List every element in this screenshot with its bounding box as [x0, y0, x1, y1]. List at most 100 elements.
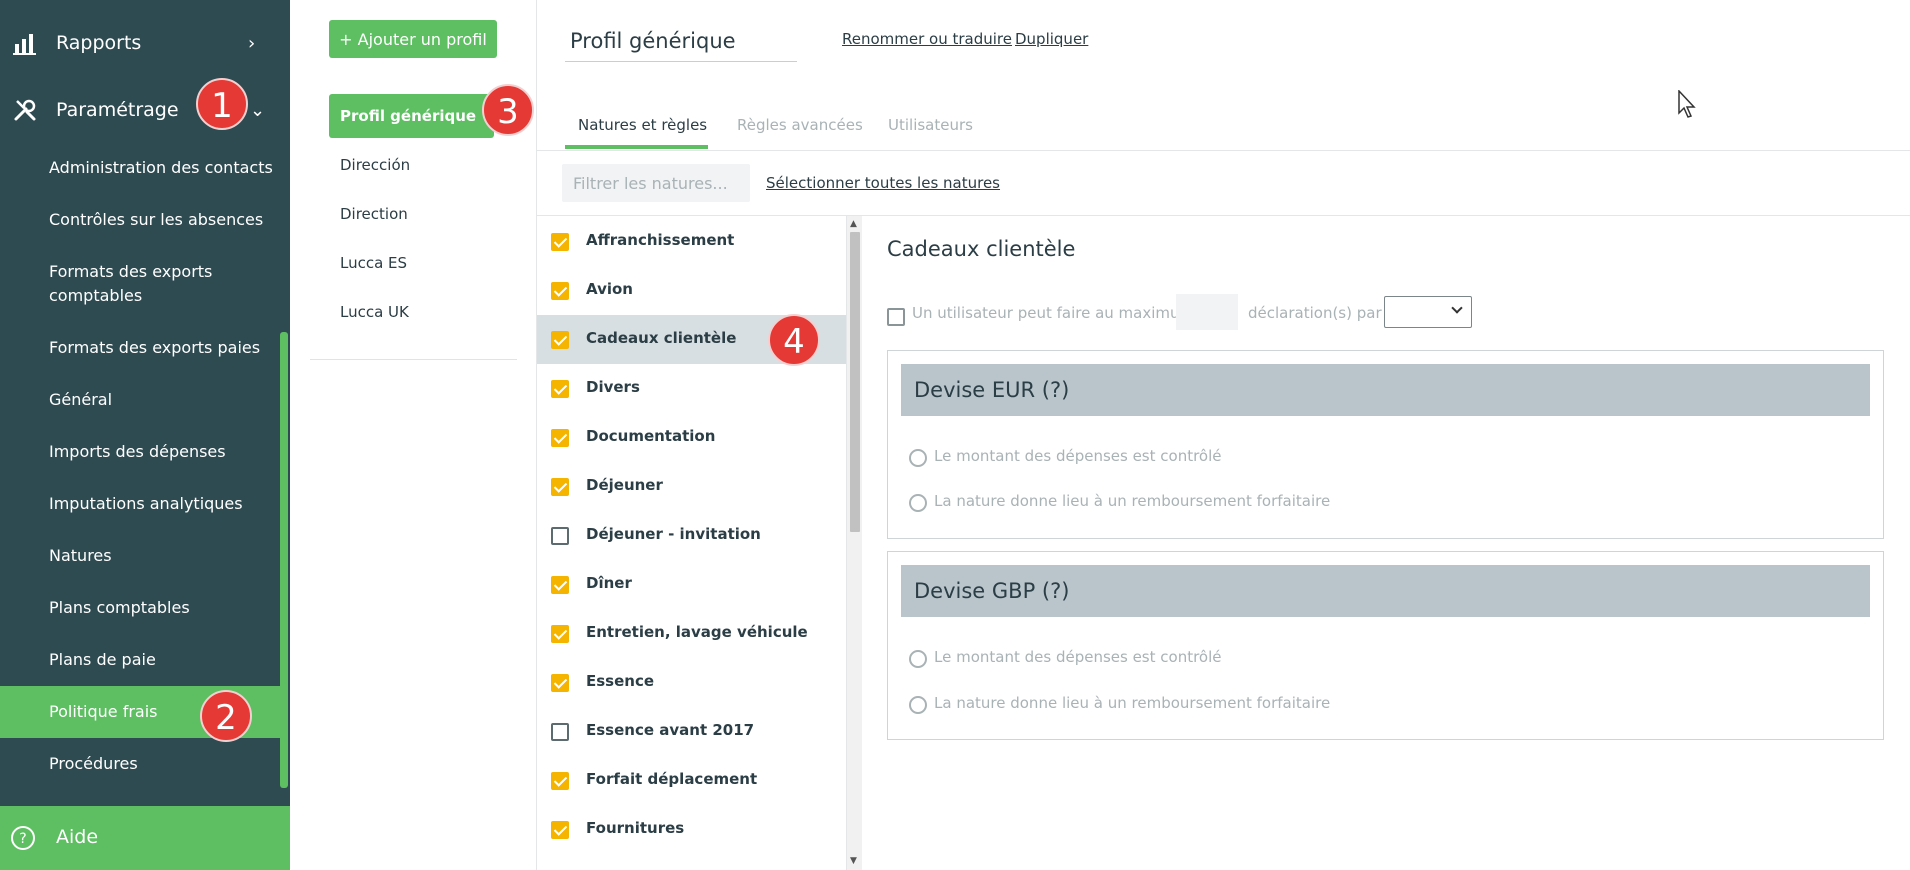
nature-row[interactable]: Dîner: [537, 560, 846, 609]
radio-button[interactable]: [909, 494, 927, 512]
nature-label: Documentation: [586, 427, 716, 445]
max-declarations-input[interactable]: [1176, 294, 1238, 330]
nature-label: Essence avant 2017: [586, 721, 755, 739]
nature-checkbox[interactable]: [551, 527, 569, 545]
nature-row[interactable]: Déjeuner - invitation: [537, 511, 846, 560]
step-badge-4: 4: [768, 314, 820, 366]
radio-button[interactable]: [909, 696, 927, 714]
profile-item-lucca-uk[interactable]: Lucca UK: [329, 290, 494, 334]
nature-row[interactable]: Entretien, lavage véhicule: [537, 609, 846, 658]
nature-checkbox[interactable]: [551, 380, 569, 398]
max-declarations-prefix: Un utilisateur peut faire au maximum: [912, 304, 1195, 322]
nature-row[interactable]: Forfait déplacement: [537, 756, 846, 805]
radio-label: La nature donne lieu à un remboursement …: [934, 694, 1331, 712]
devise-gbp-box: Devise GBP (?) Le montant des dépenses e…: [887, 551, 1884, 740]
nature-label: Déjeuner - invitation: [586, 525, 761, 543]
profile-item-direction[interactable]: Direction: [329, 192, 494, 236]
nav-rapports[interactable]: Rapports ›: [0, 10, 280, 76]
nature-row[interactable]: Avion: [537, 266, 846, 315]
devise-eur-title[interactable]: Devise EUR (?): [901, 364, 1870, 416]
sidebar-item-imputations-analytiques[interactable]: Imputations analytiques: [0, 492, 280, 516]
devise-gbp-title[interactable]: Devise GBP (?): [901, 565, 1870, 617]
chevron-down-icon: [1451, 302, 1463, 314]
nature-checkbox[interactable]: [551, 478, 569, 496]
step-badge-1: 1: [196, 78, 248, 130]
sidebar-item-natures[interactable]: Natures: [0, 544, 280, 568]
nature-label: Forfait déplacement: [586, 770, 758, 788]
duplicate-link[interactable]: Dupliquer: [1015, 30, 1088, 48]
nature-checkbox[interactable]: [551, 331, 569, 349]
profile-item-lucca-es[interactable]: Lucca ES: [329, 241, 494, 285]
sidebar-item-formats-exports-paies[interactable]: Formats des exports paies: [0, 336, 280, 360]
nature-label: Entretien, lavage véhicule: [586, 623, 808, 641]
nature-row[interactable]: Documentation: [537, 413, 846, 462]
profiles-divider: [310, 359, 517, 360]
tabs-divider: [537, 150, 1910, 151]
sidebar-item-general[interactable]: Général: [0, 388, 280, 412]
nature-row[interactable]: Divers: [537, 364, 846, 413]
nature-row[interactable]: Fournitures: [537, 805, 846, 854]
devise-eur-box: Devise EUR (?) Le montant des dépenses e…: [887, 350, 1884, 539]
radio-label: Le montant des dépenses est contrôlé: [934, 648, 1222, 666]
period-select[interactable]: [1384, 296, 1472, 328]
sidebar-item-formats-exports-comptables[interactable]: Formats des exports comptables: [0, 260, 230, 308]
profile-name-field[interactable]: Profil générique: [565, 20, 797, 62]
active-tab-indicator: [565, 145, 708, 149]
filter-natures-input[interactable]: [562, 164, 750, 202]
rename-link[interactable]: Renommer ou traduire: [842, 30, 1012, 48]
svg-text:?: ?: [19, 831, 26, 847]
bar-chart-icon: [12, 30, 38, 56]
sidebar-item-administration-contacts[interactable]: Administration des contacts: [0, 156, 280, 180]
help-icon: ?: [10, 825, 36, 851]
max-declarations-checkbox[interactable]: [887, 308, 905, 326]
nature-detail-title: Cadeaux clientèle: [887, 237, 1076, 261]
scroll-up-arrow-icon[interactable]: ▲: [850, 219, 857, 229]
sidebar-item-imports-depenses[interactable]: Imports des dépenses: [0, 440, 280, 464]
chevron-right-icon: ›: [248, 32, 256, 54]
radio-label: Le montant des dépenses est contrôlé: [934, 447, 1222, 465]
nature-checkbox[interactable]: [551, 576, 569, 594]
nature-label: Dîner: [586, 574, 632, 592]
profile-item-generique[interactable]: Profil générique: [329, 94, 494, 138]
sidebar-item-controles-absences[interactable]: Contrôles sur les absences: [0, 208, 280, 232]
nature-row[interactable]: Déjeuner: [537, 462, 846, 511]
nature-checkbox[interactable]: [551, 772, 569, 790]
nature-checkbox[interactable]: [551, 625, 569, 643]
radio-button[interactable]: [909, 650, 927, 668]
natures-scrollbar[interactable]: ▲ ▼: [846, 216, 862, 870]
select-all-natures-link[interactable]: Sélectionner toutes les natures: [766, 174, 1000, 192]
step-badge-3: 3: [482, 84, 534, 136]
help-button[interactable]: ? Aide: [0, 806, 290, 870]
sidebar-item-procedures[interactable]: Procédures: [0, 752, 280, 776]
nature-checkbox[interactable]: [551, 821, 569, 839]
nav-rapports-label: Rapports: [56, 32, 142, 54]
nature-checkbox[interactable]: [551, 723, 569, 741]
max-declarations-suffix: déclaration(s) par: [1248, 304, 1382, 322]
sidebar-item-plans-comptables[interactable]: Plans comptables: [0, 596, 280, 620]
nature-label: Affranchissement: [586, 231, 735, 249]
nature-checkbox[interactable]: [551, 282, 569, 300]
nature-checkbox[interactable]: [551, 233, 569, 251]
sidebar: Rapports › Paramétrage ⌄ Administration …: [0, 0, 290, 870]
nature-checkbox[interactable]: [551, 429, 569, 447]
nature-checkbox[interactable]: [551, 674, 569, 692]
max-declarations-row: Un utilisateur peut faire au maximum déc…: [887, 292, 1487, 332]
tab-utilisateurs[interactable]: Utilisateurs: [888, 116, 973, 134]
nature-row[interactable]: Essence: [537, 658, 846, 707]
sidebar-item-plans-paie[interactable]: Plans de paie: [0, 648, 280, 672]
radio-button[interactable]: [909, 449, 927, 467]
radio-label: La nature donne lieu à un remboursement …: [934, 492, 1331, 510]
scrollbar-thumb[interactable]: [850, 232, 860, 532]
tab-natures-regles[interactable]: Natures et règles: [578, 116, 707, 134]
tab-regles-avancees[interactable]: Règles avancées: [737, 116, 863, 134]
tools-icon: [12, 97, 38, 123]
scroll-down-arrow-icon[interactable]: ▼: [850, 856, 857, 866]
nature-label: Cadeaux clientèle: [586, 329, 737, 347]
add-profile-button[interactable]: + Ajouter un profil: [329, 20, 497, 58]
nature-row[interactable]: Essence avant 2017: [537, 707, 846, 756]
sidebar-scrollbar[interactable]: [280, 332, 288, 788]
step-badge-2: 2: [200, 690, 252, 742]
profile-item-direccion[interactable]: Dirección: [329, 143, 494, 187]
nature-label: Avion: [586, 280, 633, 298]
nature-row[interactable]: Affranchissement: [537, 217, 846, 266]
